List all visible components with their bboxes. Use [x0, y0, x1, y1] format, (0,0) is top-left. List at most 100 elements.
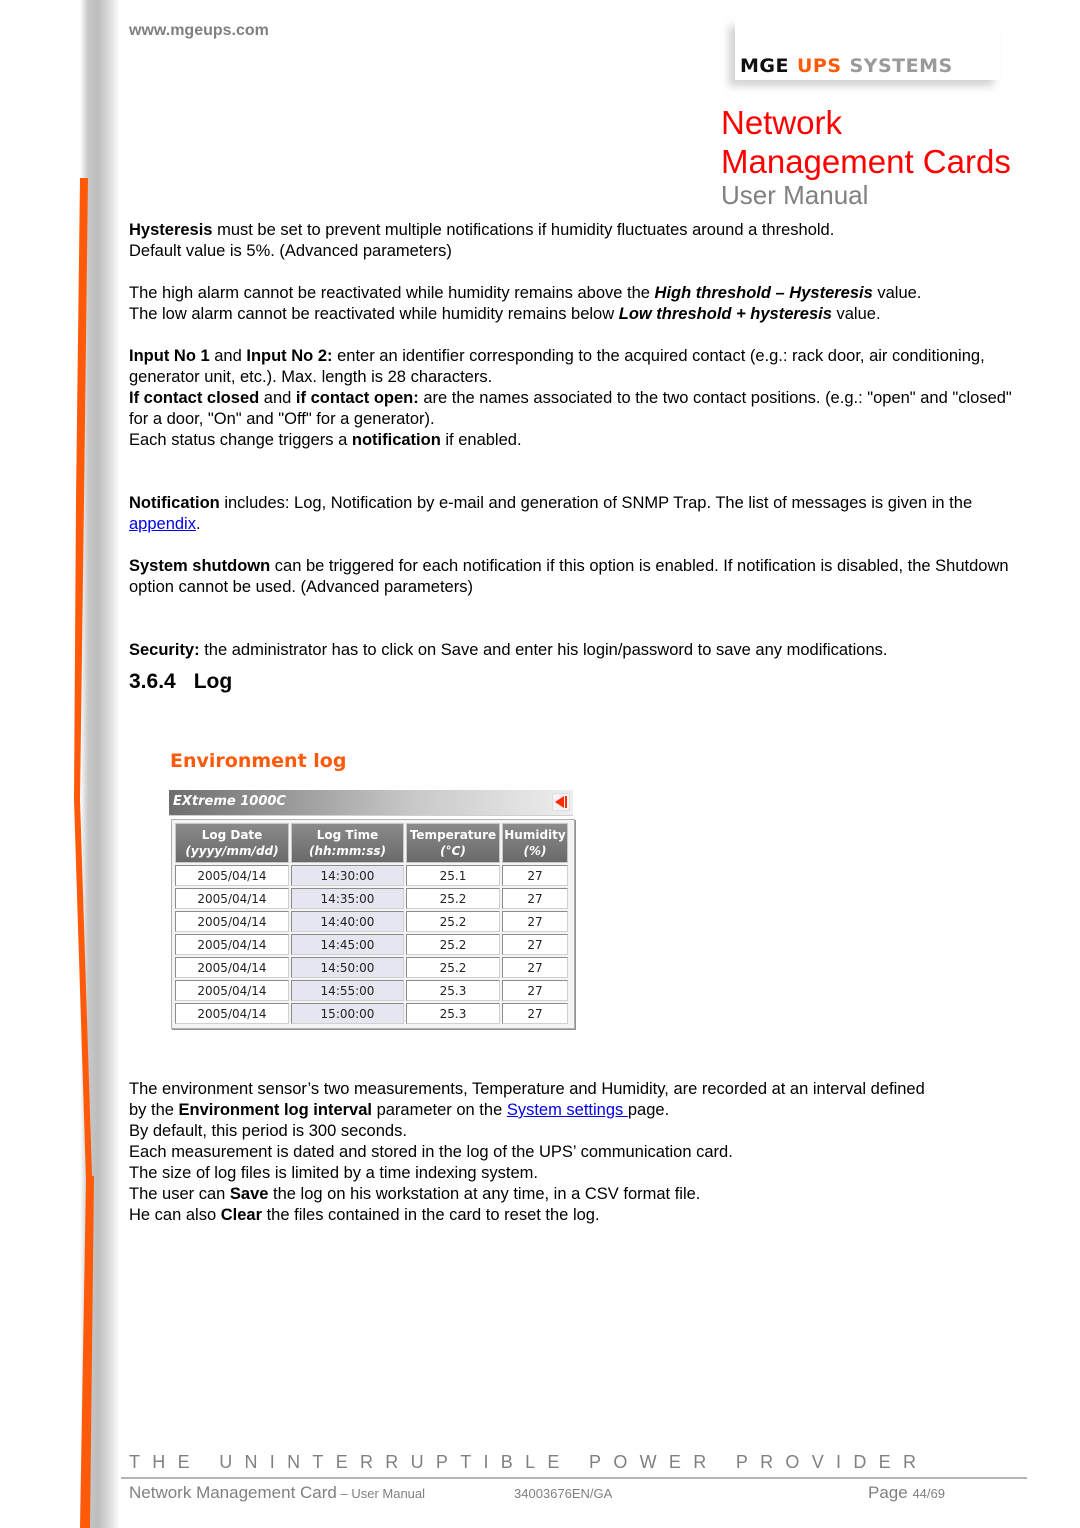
cell-humidity: 27: [502, 980, 568, 1001]
text: parameter on the: [372, 1101, 507, 1119]
cell-humidity: 27: [502, 934, 568, 955]
text: Network Management Card: [129, 1483, 337, 1502]
cell-temperature: 25.2: [406, 934, 500, 955]
appendix-link[interactable]: appendix: [129, 515, 196, 533]
text: page.: [627, 1101, 670, 1119]
section-title: Log: [193, 670, 233, 693]
cell-log-time: 14:45:00: [291, 934, 404, 955]
column-unit: (hh:mm:ss): [309, 844, 386, 858]
text: 44/69: [912, 1486, 945, 1501]
doc-title-line1: Network: [721, 104, 843, 141]
text: the log on his workstation at any time, …: [268, 1185, 701, 1203]
paragraph-security: Security: the administrator has to click…: [129, 640, 1024, 661]
bold-term: Input No 1: [129, 347, 210, 365]
text: the administrator has to click on Save a…: [199, 641, 888, 659]
environment-log-title: Environment log: [170, 750, 347, 772]
table-row: 2005/04/14 14:55:00 25.3 27: [175, 980, 568, 1001]
cell-humidity: 27: [502, 865, 568, 886]
text: value.: [831, 305, 881, 323]
section-number: 3.6.4: [129, 670, 176, 693]
table-row: 2005/04/14 14:50:00 25.2 27: [175, 957, 568, 978]
table-row: 2005/04/14 14:40:00 25.2 27: [175, 911, 568, 932]
table-row: 2005/04/14 14:45:00 25.2 27: [175, 934, 568, 955]
text: and: [259, 389, 296, 407]
bold-term: Input No 2:: [246, 347, 333, 365]
site-url: www.mgeups.com: [129, 22, 269, 39]
text: the files contained in the card to reset…: [262, 1206, 600, 1224]
device-name: EXtreme 1000C: [173, 794, 286, 809]
log-line: The environment sensor’s two measurement…: [129, 1080, 925, 1098]
text: must be set to prevent multiple notifica…: [212, 221, 835, 239]
cell-log-date: 2005/04/14: [175, 980, 289, 1001]
log-line: By default, this period is 300 seconds.: [129, 1122, 407, 1140]
cell-log-date: 2005/04/14: [175, 957, 289, 978]
environment-log-table: Log Date (yyyy/mm/dd) Log Time (hh:mm:ss) …: [173, 821, 570, 1026]
table-row: 2005/04/14 14:35:00 25.2 27: [175, 888, 568, 909]
bold-term: High threshold – Hysteresis: [654, 284, 873, 302]
text: – User Manual: [336, 1486, 426, 1501]
log-line: Each measurement is dated and stored in …: [129, 1143, 733, 1161]
bold-term: Security:: [129, 641, 200, 659]
cell-temperature: 25.2: [406, 957, 500, 978]
log-line: by the Environment log interval paramete…: [129, 1100, 1024, 1121]
log-description-text: The environment sensor’s two measurement…: [129, 1079, 1024, 1226]
column-label: Log Date: [201, 828, 263, 842]
back-button[interactable]: [552, 793, 570, 811]
log-line: He can also Clear the files contained in…: [129, 1205, 1024, 1226]
column-label: Log Time: [316, 828, 379, 842]
cell-log-time: 14:35:00: [291, 888, 404, 909]
column-header-humidity: Humidity (%): [502, 823, 568, 863]
footer-divider: [121, 1477, 1027, 1479]
text: includes: Log, Notification by e-mail an…: [219, 494, 973, 512]
cell-log-date: 2005/04/14: [175, 865, 289, 886]
paragraph-system-shutdown: System shutdown can be triggered for eac…: [129, 556, 1024, 598]
cell-temperature: 25.3: [406, 1003, 500, 1024]
section-heading: 3.6.4 Log: [129, 670, 232, 694]
paragraph-notification: Notification includes: Log, Notification…: [129, 493, 1024, 535]
bold-term: If contact closed: [129, 389, 260, 407]
device-header-bar: EXtreme 1000C: [169, 790, 573, 816]
column-unit: (%): [523, 844, 547, 858]
company-logo: MGE UPS SYSTEMS: [740, 55, 953, 77]
text: and: [209, 347, 247, 365]
cell-log-date: 2005/04/14: [175, 934, 289, 955]
text: The user can: [129, 1185, 230, 1203]
log-line: The size of log files is limited by a ti…: [129, 1164, 538, 1182]
table-header-row: Log Date (yyyy/mm/dd) Log Time (hh:mm:ss) …: [175, 823, 568, 863]
paragraph-hysteresis: Hysteresis must be set to prevent multip…: [129, 220, 1024, 262]
cell-log-time: 14:30:00: [291, 865, 404, 886]
cell-log-time: 14:55:00: [291, 980, 404, 1001]
text: Page: [868, 1483, 913, 1502]
cell-temperature: 25.1: [406, 865, 500, 886]
bold-term: if contact open:: [295, 389, 419, 407]
column-unit: (°C): [440, 844, 466, 858]
paragraph-inputs: Input No 1 and Input No 2: enter an iden…: [129, 346, 1024, 451]
bold-term: System shutdown: [129, 557, 271, 575]
footer-page-number: Page 44/69: [868, 1483, 945, 1503]
bold-term: Notification: [129, 494, 220, 512]
column-label: Temperature: [409, 828, 497, 842]
footer-doc-title: Network Management Card – User Manual: [129, 1483, 425, 1503]
cell-log-date: 2005/04/14: [175, 1003, 289, 1024]
bold-term: Low threshold + hysteresis: [618, 305, 832, 323]
back-arrow-icon: [555, 796, 567, 808]
bold-term: notification: [351, 431, 441, 449]
doc-subtitle: User Manual: [721, 180, 869, 210]
cell-log-time: 14:50:00: [291, 957, 404, 978]
text: The high alarm cannot be reactivated whi…: [129, 284, 655, 302]
system-settings-link[interactable]: System settings: [507, 1101, 628, 1119]
paragraph-alarm-reactivation: The high alarm cannot be reactivated whi…: [129, 283, 1024, 325]
environment-log-table-frame: Log Date (yyyy/mm/dd) Log Time (hh:mm:ss) …: [171, 819, 575, 1029]
bold-term: Save: [229, 1185, 269, 1203]
column-unit: (yyyy/mm/dd): [185, 844, 279, 858]
column-header-log-time: Log Time (hh:mm:ss): [291, 823, 404, 863]
bold-term: Hysteresis: [129, 221, 213, 239]
cell-humidity: 27: [502, 911, 568, 932]
body-text: Hysteresis must be set to prevent multip…: [129, 220, 1024, 661]
cell-temperature: 25.2: [406, 911, 500, 932]
cell-log-date: 2005/04/14: [175, 888, 289, 909]
logo-mge: MGE: [740, 55, 789, 77]
logo-systems: SYSTEMS: [849, 55, 953, 77]
column-header-log-date: Log Date (yyyy/mm/dd): [175, 823, 289, 863]
log-line: The user can Save the log on his worksta…: [129, 1184, 1024, 1205]
